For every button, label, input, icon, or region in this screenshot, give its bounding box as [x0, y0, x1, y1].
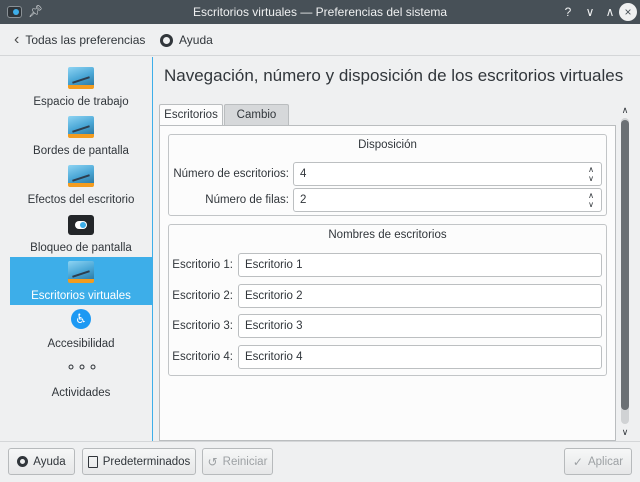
desktop-2-name-input[interactable] [239, 285, 601, 307]
maximize-button[interactable]: ∧ [602, 3, 618, 21]
content-scrollbar[interactable]: ∧ ∨ [618, 104, 632, 441]
desktop-names-group-title: Nombres de escritorios [328, 229, 447, 241]
defaults-button[interactable]: Predeterminados [82, 448, 196, 475]
footer-help-label: Ayuda [33, 455, 66, 468]
sidebar-item-label: Accesibilidad [47, 338, 115, 350]
reset-button[interactable]: ↺ Reiniciar [202, 448, 273, 475]
desktop-2-name-field[interactable] [238, 284, 602, 308]
sidebar-item-screen-lock[interactable]: Bloqueo de pantalla [10, 209, 152, 257]
window-title: Escritorios virtuales — Preferencias del… [192, 5, 448, 19]
toolbar: ‹ Todas las preferencias Ayuda [0, 24, 640, 56]
sidebar-item-desktop-effects[interactable]: Efectos del escritorio [10, 161, 152, 209]
sidebar-item-screen-edges[interactable]: Bordes de pantalla [10, 112, 152, 160]
desktop-icon [68, 67, 94, 89]
sidebar-item-label: Escritorios virtuales [31, 290, 131, 302]
sidebar-item-label: Bloqueo de pantalla [30, 242, 132, 254]
desktop-4-name-field[interactable] [238, 345, 602, 369]
num-rows-spinbox[interactable]: 2 ∧ ∨ [293, 188, 602, 212]
desktop-3-name-input[interactable] [239, 315, 601, 337]
sidebar-item-virtual-desktops[interactable]: Escritorios virtuales [10, 257, 152, 305]
desktop-1-label: Escritorio 1: [172, 259, 233, 271]
desktop-names-group: Nombres de escritorios Escritorio 1: Esc… [168, 224, 607, 376]
lifebuoy-icon [17, 456, 29, 467]
layout-group: Disposición Número de escritorios: 4 ∧ ∨ … [168, 134, 607, 216]
apply-label: Aplicar [587, 455, 624, 468]
sidebar-item-workspace[interactable]: Espacio de trabajo [10, 63, 152, 111]
sidebar: Espacio de trabajo Bordes de pantalla Ef… [0, 57, 153, 441]
sidebar-item-activities[interactable]: ∘∘∘ Actividades [10, 354, 152, 402]
minimize-button[interactable]: ∨ [582, 3, 598, 21]
tab-desktops[interactable]: Escritorios [159, 104, 223, 126]
footer-help-button[interactable]: Ayuda [8, 448, 75, 475]
desktop-3-label: Escritorio 3: [172, 320, 233, 332]
defaults-label: Predeterminados [102, 455, 191, 468]
scroll-down-icon[interactable]: ∨ [618, 426, 632, 438]
sidebar-divider [152, 57, 153, 441]
lock-toggle-icon [68, 215, 94, 235]
desktop-icon [68, 261, 94, 283]
spin-arrows-icon[interactable]: ∧ ∨ [586, 191, 596, 209]
footer-button-bar: Ayuda Predeterminados ↺ Reiniciar ✓ Apli… [0, 441, 640, 482]
desktop-4-label: Escritorio 4: [172, 351, 233, 363]
sidebar-item-label: Espacio de trabajo [33, 96, 129, 108]
close-button[interactable]: × [619, 3, 637, 21]
toolbar-help-button[interactable]: Ayuda [160, 31, 213, 49]
desktop-2-label: Escritorio 2: [172, 290, 233, 302]
lifebuoy-icon [160, 33, 173, 47]
layout-group-title: Disposición [358, 139, 417, 151]
sidebar-item-accessibility[interactable]: ♿ Accesibilidad [10, 305, 152, 353]
activities-icon: ∘∘∘ [66, 359, 100, 376]
desktop-icon [68, 165, 94, 187]
num-rows-label: Número de filas: [205, 194, 289, 206]
accessibility-icon: ♿ [71, 309, 91, 329]
sidebar-item-label: Efectos del escritorio [27, 194, 135, 206]
apply-button[interactable]: ✓ Aplicar [564, 448, 632, 475]
desktop-3-name-field[interactable] [238, 314, 602, 338]
reset-label: Reiniciar [222, 455, 268, 468]
tab-panel-desktops: Disposición Número de escritorios: 4 ∧ ∨ … [159, 125, 616, 441]
num-desktops-spinbox[interactable]: 4 ∧ ∨ [293, 162, 602, 186]
page-title: Navegación, número y disposición de los … [164, 66, 624, 85]
num-desktops-label: Número de escritorios: [173, 168, 289, 180]
check-icon: ✓ [572, 454, 583, 469]
spin-arrows-icon[interactable]: ∧ ∨ [586, 165, 596, 183]
tab-switching[interactable]: Cambio [224, 104, 289, 126]
sidebar-item-label: Bordes de pantalla [33, 145, 129, 157]
desktop-1-name-input[interactable] [239, 254, 601, 276]
desktop-4-name-input[interactable] [239, 346, 601, 368]
desktop-1-name-field[interactable] [238, 253, 602, 277]
sidebar-item-label: Actividades [51, 387, 111, 399]
toolbar-help-label: Ayuda [179, 33, 213, 47]
desktop-icon [68, 116, 94, 138]
reset-icon: ↺ [207, 454, 218, 469]
document-icon [87, 455, 98, 468]
scroll-thumb[interactable] [621, 120, 629, 410]
scroll-up-icon[interactable]: ∧ [618, 104, 632, 116]
back-all-settings-label: Todas las preferencias [25, 33, 146, 47]
help-question-button[interactable]: ? [560, 3, 576, 21]
back-all-settings-button[interactable]: ‹ Todas las preferencias [14, 31, 145, 49]
window-titlebar[interactable]: 📌︎ Escritorios virtuales — Preferencias … [0, 0, 640, 24]
num-rows-value: 2 [300, 194, 307, 206]
num-desktops-value: 4 [300, 168, 307, 180]
chevron-left-icon: ‹ [14, 31, 20, 48]
